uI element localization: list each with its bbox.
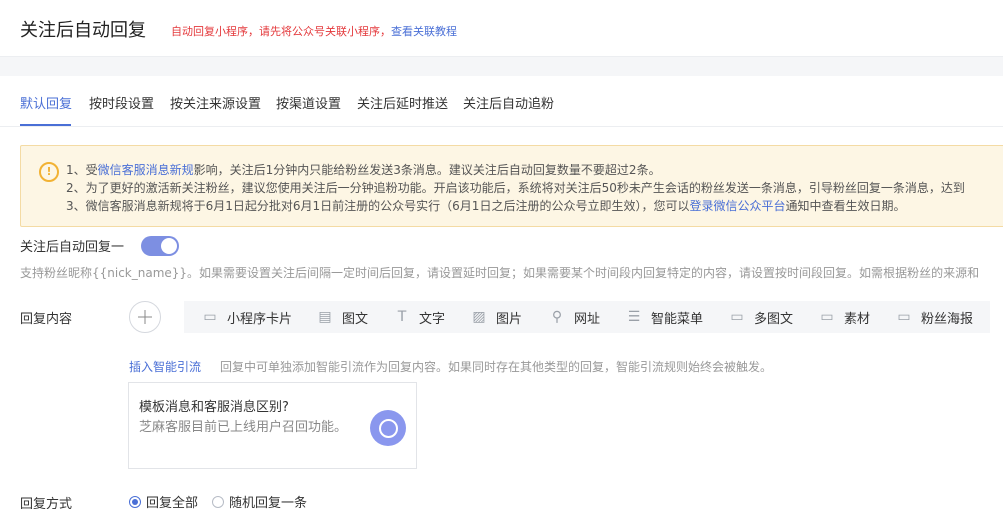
radio-checked-icon xyxy=(129,495,141,508)
smart-flow-description: 回复中可单独添加智能引流作为回复内容。如果同时存在其他类型的回复，智能引流规则始… xyxy=(220,360,773,374)
type-label: 网址 xyxy=(574,311,601,327)
auto-reply-switch-label: 关注后自动回复一 xyxy=(20,240,125,255)
radio-reply-all[interactable]: 回复全部 xyxy=(129,492,198,509)
reply-content-card[interactable]: 模板消息和客服消息区别? 芝麻客服目前已上线用户召回功能。 xyxy=(128,382,417,469)
tab-delay-push[interactable]: 关注后延时推送 xyxy=(357,93,448,112)
notice-line-1-prefix: 1、受 xyxy=(66,163,98,177)
type-article[interactable]: ▤ 图文 xyxy=(317,301,368,333)
auto-reply-toggle[interactable] xyxy=(141,236,179,256)
tab-bar: 默认回复 按时段设置 按关注来源设置 按渠道设置 关注后延时推送 关注后自动追粉 xyxy=(0,76,1003,127)
wechat-service-rule-link[interactable]: 微信客服消息新规 xyxy=(98,163,194,177)
page-header: 关注后自动回复 自动回复小程序，请先将公众号关联小程序，查看关联教程 xyxy=(0,0,1003,57)
reply-method-options: 回复全部 随机回复一条 xyxy=(129,492,307,509)
type-label: 图片 xyxy=(496,311,523,327)
poster-icon: ▭ xyxy=(897,309,911,325)
type-label: 文字 xyxy=(419,311,446,327)
menu-icon: ☰ xyxy=(627,309,641,325)
type-text[interactable]: T 文字 xyxy=(394,301,445,333)
type-multi-article[interactable]: ▭ 多图文 xyxy=(729,301,793,333)
toggle-knob xyxy=(161,238,177,254)
card-icon: ▭ xyxy=(203,309,217,325)
notice-line-2: 2、为了更好的激活新关注粉丝，建议您使用关注后一分钟追粉功能。开启该功能后，系统… xyxy=(66,181,965,195)
multi-article-icon: ▭ xyxy=(730,309,744,325)
insert-smart-flow-link[interactable]: 插入智能引流 xyxy=(129,358,201,375)
tab-auto-follow-up[interactable]: 关注后自动追粉 xyxy=(463,93,554,112)
type-label: 素材 xyxy=(844,311,871,327)
reply-content-label: 回复内容 xyxy=(20,312,73,327)
tab-by-source[interactable]: 按关注来源设置 xyxy=(170,93,261,112)
article-icon: ▤ xyxy=(318,309,332,325)
reply-method-label: 回复方式 xyxy=(20,497,73,509)
type-url[interactable]: ⚲ 网址 xyxy=(549,301,600,333)
image-icon: ▨ xyxy=(472,309,486,325)
active-tab-indicator xyxy=(20,124,71,126)
warning-icon: ! xyxy=(39,162,59,182)
type-label: 多图文 xyxy=(754,311,794,327)
chat-bot-icon xyxy=(370,410,406,446)
tab-default-reply[interactable]: 默认回复 xyxy=(20,93,72,112)
radio-label: 回复全部 xyxy=(146,496,199,509)
page-title: 关注后自动回复 xyxy=(20,20,146,41)
tab-by-time[interactable]: 按时段设置 xyxy=(89,93,154,112)
notice-line-1-suffix: 影响，关注后1分钟内只能给粉丝发送3条消息。建议关注后自动回复数量不要超过2条。 xyxy=(193,163,661,177)
header-warning: 自动回复小程序，请先将公众号关联小程序，查看关联教程 xyxy=(171,23,457,39)
type-label: 图文 xyxy=(342,311,369,327)
nickname-hint: 支持粉丝昵称{{nick_name}}。如果需要设置关注后间隔一定时间后回复，请… xyxy=(20,266,980,280)
radio-reply-random[interactable]: 随机回复一条 xyxy=(212,492,307,509)
notice-line-3: 3、微信客服消息新规将于6月1日起分批对6月1日前注册的公众号实行（6月1日之后… xyxy=(66,197,905,214)
notice-box: ! 1、受微信客服消息新规影响，关注后1分钟内只能给粉丝发送3条消息。建议关注后… xyxy=(20,145,1003,227)
radio-unchecked-icon xyxy=(212,495,225,508)
type-mini-program-card[interactable]: ▭ 小程序卡片 xyxy=(202,301,292,333)
reply-type-bar: ▭ 小程序卡片 ▤ 图文 T 文字 ▨ 图片 ⚲ 网址 ☰ 智能菜单 ▭ 多图文 ▭ 素材 ▭ 粉… xyxy=(184,301,990,333)
radio-label: 随机回复一条 xyxy=(229,496,308,509)
text-icon: T xyxy=(397,309,407,325)
link-icon: ⚲ xyxy=(551,309,563,325)
settings-panel: 默认回复 按时段设置 按关注来源设置 按渠道设置 关注后延时推送 关注后自动追粉… xyxy=(0,76,1003,509)
type-image[interactable]: ▨ 图片 xyxy=(471,301,522,333)
type-fan-poster[interactable]: ▭ 粉丝海报 xyxy=(896,301,973,333)
notice-line-3-prefix: 3、微信客服消息新规将于6月1日起分批对6月1日前注册的公众号实行（6月1日之后… xyxy=(66,199,690,213)
reply-card-text: 芝麻客服目前已上线用户召回功能。 xyxy=(139,420,348,435)
add-reply-button[interactable] xyxy=(129,301,161,333)
header-warning-text: 自动回复小程序，请先将公众号关联小程序， xyxy=(171,25,391,38)
type-label: 粉丝海报 xyxy=(921,311,974,327)
reply-card-title: 模板消息和客服消息区别? xyxy=(139,400,289,415)
type-smart-menu[interactable]: ☰ 智能菜单 xyxy=(626,301,703,333)
notice-line-1: 1、受微信客服消息新规影响，关注后1分钟内只能给粉丝发送3条消息。建议关注后自动… xyxy=(66,161,661,178)
type-label: 智能菜单 xyxy=(651,311,704,327)
wechat-platform-login-link[interactable]: 登录微信公众平台 xyxy=(689,199,785,213)
type-material[interactable]: ▭ 素材 xyxy=(819,301,870,333)
tab-by-channel[interactable]: 按渠道设置 xyxy=(276,93,341,112)
notice-line-3-suffix: 通知中查看生效日期。 xyxy=(785,199,906,213)
view-tutorial-link[interactable]: 查看关联教程 xyxy=(391,25,457,38)
type-label: 小程序卡片 xyxy=(227,311,293,327)
material-icon: ▭ xyxy=(820,309,834,325)
